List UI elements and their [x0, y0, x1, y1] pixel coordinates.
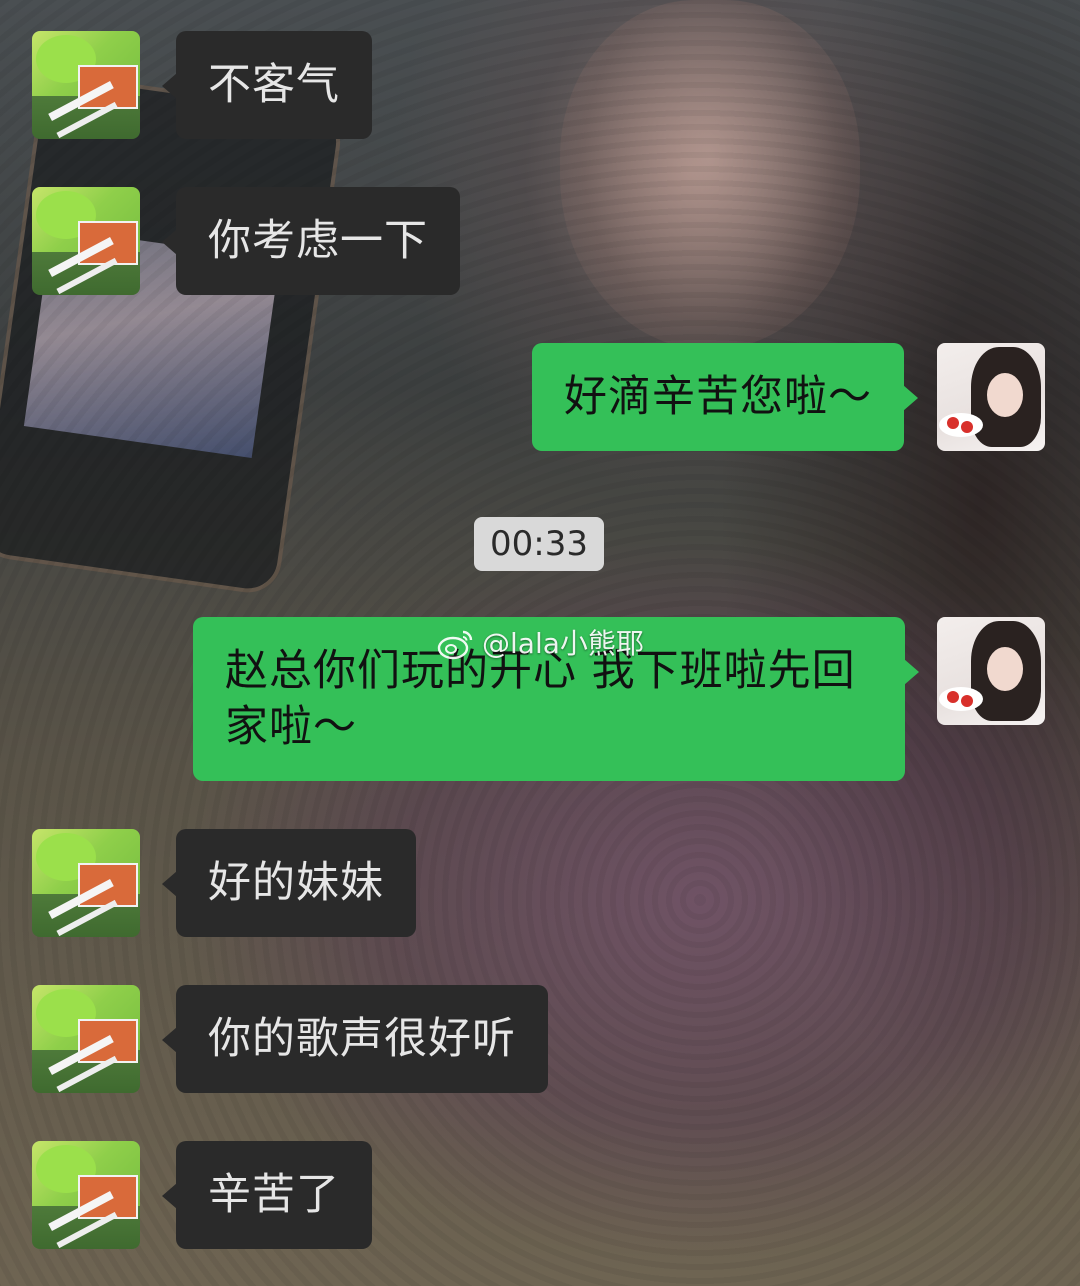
weibo-icon — [437, 630, 473, 660]
avatar-face-shape — [987, 373, 1023, 417]
message-bubble-incoming[interactable]: 你的歌声很好听 — [162, 985, 548, 1093]
message-bubble-incoming[interactable]: 好的妹妹 — [162, 829, 416, 937]
contact-avatar[interactable] — [32, 31, 140, 139]
my-avatar[interactable] — [937, 617, 1045, 725]
avatar-strawberry-shape — [947, 691, 959, 703]
message-bubble-incoming[interactable]: 你考虑一下 — [162, 187, 460, 295]
message-bubble-incoming[interactable]: 不客气 — [162, 31, 372, 139]
wallpaper-face — [560, 0, 860, 350]
wallpaper-phone-prop — [0, 71, 345, 597]
contact-avatar[interactable] — [32, 985, 140, 1093]
message-bubble-outgoing[interactable]: 好滴辛苦您啦～ — [532, 343, 918, 451]
avatar-strawberry-shape — [961, 421, 973, 433]
my-avatar[interactable] — [937, 343, 1045, 451]
weibo-watermark: @lala小熊耶 — [436, 622, 644, 666]
avatar-strawberry-shape — [947, 417, 959, 429]
avatar-strawberry-shape — [961, 695, 973, 707]
message-bubble-incoming[interactable]: 辛苦了 — [162, 1141, 372, 1249]
contact-avatar[interactable] — [32, 1141, 140, 1249]
contact-avatar[interactable] — [32, 187, 140, 295]
watermark-text: @lala小熊耶 — [482, 627, 644, 660]
chat-timestamp: 00:33 — [474, 517, 604, 571]
avatar-face-shape — [987, 647, 1023, 691]
contact-avatar[interactable] — [32, 829, 140, 937]
